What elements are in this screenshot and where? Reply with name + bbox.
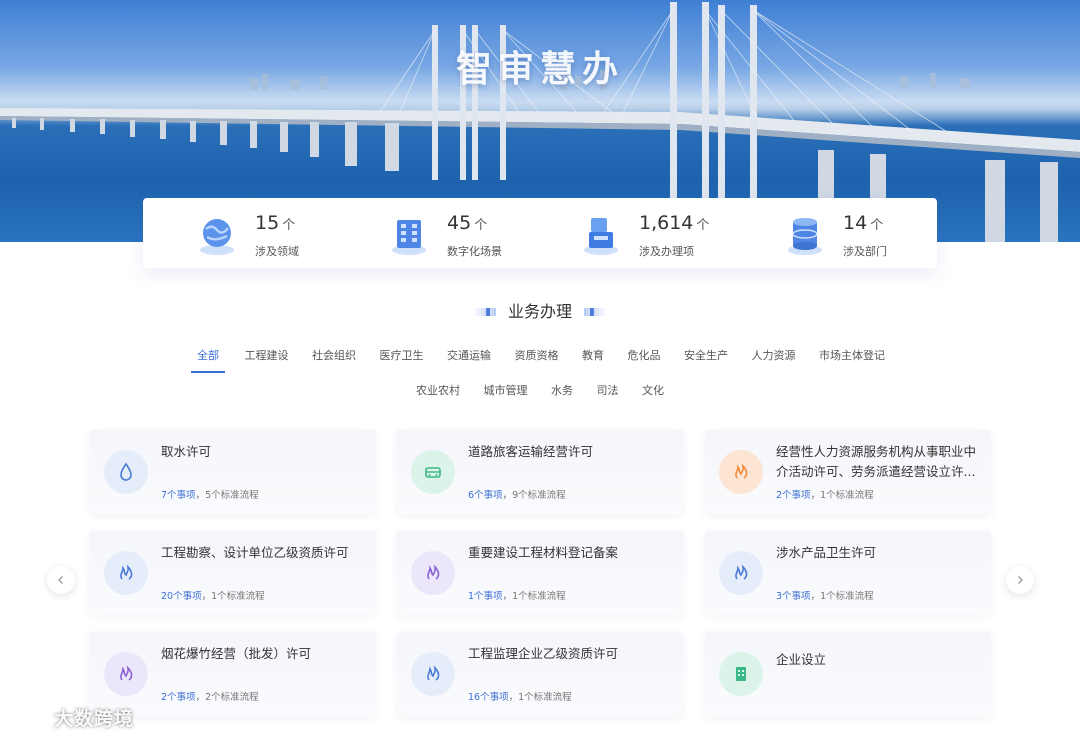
title-decoration-left bbox=[473, 307, 496, 316]
card-title: 企业设立 bbox=[776, 652, 827, 667]
stat-label: 涉及部门 bbox=[843, 245, 887, 258]
tab-culture[interactable]: 文化 bbox=[642, 382, 664, 406]
next-arrow-button[interactable] bbox=[1006, 566, 1034, 594]
service-card[interactable]: 工程勘察、设计单位乙级资质许可 20个事项，1个标准流程 bbox=[90, 531, 376, 615]
card-icon bbox=[719, 652, 763, 696]
card-title: 取水许可 bbox=[161, 444, 212, 459]
card-meta: 3个事项，1个标准流程 bbox=[776, 591, 874, 602]
car-icon bbox=[425, 467, 441, 478]
section-title-text: 业务办理 bbox=[507, 302, 572, 321]
stats-panel: 15 个 涉及领域 45 个 数字化场景 1,614 个 涉及办理项 14 个 … bbox=[143, 198, 937, 268]
category-tabs-row-1: 全部 工程建设 社会组织 医疗卫生 交通运输 资质资格 教育 危化品 安全生产 … bbox=[0, 347, 1080, 373]
stat-scenes: 45 个 数字化场景 bbox=[389, 210, 569, 258]
title-decoration-right bbox=[584, 307, 606, 316]
watermark: 大数跨境 bbox=[10, 704, 134, 730]
hero-title: 智审慧办 bbox=[455, 49, 624, 90]
chevron-right-icon bbox=[1018, 576, 1023, 584]
stat-label: 数字化场景 bbox=[447, 245, 502, 258]
watermark-text: 大数跨境 bbox=[54, 707, 135, 730]
card-title: 工程勘察、设计单位乙级资质许可 bbox=[161, 545, 349, 560]
card-meta: 7个事项，5个标准流程 bbox=[161, 490, 259, 501]
database-icon bbox=[788, 218, 822, 255]
tab-social-org[interactable]: 社会组织 bbox=[312, 347, 356, 371]
card-meta: 6个事项，9个标准流程 bbox=[468, 490, 566, 501]
card-icon bbox=[719, 551, 763, 595]
card-meta: 2个事项，2个标准流程 bbox=[161, 692, 259, 703]
flame-icon bbox=[120, 665, 133, 681]
flame-icon bbox=[735, 463, 748, 479]
service-card[interactable]: 取水许可 7个事项，5个标准流程 bbox=[90, 430, 376, 514]
stat-value: 45 个 bbox=[447, 212, 488, 234]
card-icon bbox=[411, 551, 455, 595]
tab-urban-management[interactable]: 城市管理 bbox=[484, 382, 528, 406]
flame-icon bbox=[735, 564, 748, 580]
service-card[interactable]: 经营性人力资源服务机构从事职业中介活动许可、劳务派遣经营设立许... 2个事项，… bbox=[705, 430, 991, 514]
flame-icon bbox=[427, 665, 440, 681]
service-card[interactable]: 涉水产品卫生许可 3个事项，1个标准流程 bbox=[705, 531, 991, 615]
card-meta: 16个事项，1个标准流程 bbox=[468, 692, 572, 703]
building-icon bbox=[736, 667, 746, 681]
section-title: 业务办理 bbox=[0, 298, 1080, 322]
tab-engineering[interactable]: 工程建设 bbox=[245, 347, 289, 371]
card-title: 工程监理企业乙级资质许可 bbox=[468, 646, 619, 661]
building-icon bbox=[392, 220, 426, 255]
card-meta: 2个事项，1个标准流程 bbox=[776, 490, 874, 501]
card-icon bbox=[104, 652, 148, 696]
tab-hazardous-chem[interactable]: 危化品 bbox=[628, 347, 661, 371]
card-title: 道路旅客运输经营许可 bbox=[468, 444, 594, 459]
watermark-logo-icon bbox=[11, 708, 47, 726]
tab-medical[interactable]: 医疗卫生 bbox=[380, 347, 424, 371]
water-drop-icon bbox=[120, 462, 132, 481]
kiosk-icon bbox=[584, 218, 618, 255]
stat-label: 涉及办理项 bbox=[639, 245, 694, 258]
flame-icon bbox=[120, 564, 133, 580]
card-meta: 20个事项，1个标准流程 bbox=[161, 591, 265, 602]
service-card[interactable]: 重要建设工程材料登记备案 1个事项，1个标准流程 bbox=[397, 531, 683, 615]
tab-market-registration[interactable]: 市场主体登记 bbox=[819, 347, 885, 371]
tab-qualification[interactable]: 资质资格 bbox=[515, 347, 559, 371]
service-card[interactable]: 工程监理企业乙级资质许可 16个事项，1个标准流程 bbox=[397, 632, 683, 716]
service-card[interactable]: 企业设立 bbox=[705, 632, 991, 716]
stat-label: 涉及领域 bbox=[255, 245, 299, 258]
chevron-left-icon bbox=[58, 576, 63, 584]
globe-icon bbox=[200, 219, 234, 255]
card-icon bbox=[411, 652, 455, 696]
category-tabs-row-2: 农业农村 城市管理 水务 司法 文化 bbox=[0, 382, 1080, 406]
card-icon bbox=[719, 450, 763, 494]
service-card[interactable]: 道路旅客运输经营许可 6个事项，9个标准流程 bbox=[397, 430, 683, 514]
tab-water[interactable]: 水务 bbox=[551, 382, 573, 406]
prev-arrow-button[interactable] bbox=[47, 566, 75, 594]
stat-value: 1,614 个 bbox=[639, 212, 710, 234]
stat-value: 14 个 bbox=[843, 212, 884, 234]
card-icon bbox=[104, 450, 148, 494]
tab-all[interactable]: 全部 bbox=[191, 347, 225, 373]
stat-departments: 14 个 涉及部门 bbox=[785, 210, 965, 258]
card-title: 经营性人力资源服务机构从事职业中介活动许可、劳务派遣经营设立许... bbox=[776, 444, 977, 479]
stat-value: 15 个 bbox=[255, 212, 296, 234]
stat-items: 1,614 个 涉及办理项 bbox=[581, 210, 761, 258]
card-title: 涉水产品卫生许可 bbox=[776, 545, 877, 560]
card-title: 重要建设工程材料登记备案 bbox=[468, 545, 619, 560]
card-meta: 1个事项，1个标准流程 bbox=[468, 591, 566, 602]
tab-agriculture[interactable]: 农业农村 bbox=[416, 382, 460, 406]
tab-education[interactable]: 教育 bbox=[582, 347, 604, 371]
tab-safety[interactable]: 安全生产 bbox=[684, 347, 728, 371]
tab-hr[interactable]: 人力资源 bbox=[752, 347, 796, 371]
card-icon bbox=[411, 450, 455, 494]
card-icon bbox=[104, 551, 148, 595]
card-title: 烟花爆竹经营（批发）许可 bbox=[161, 646, 312, 661]
stat-domains: 15 个 涉及领域 bbox=[197, 210, 377, 258]
tab-justice[interactable]: 司法 bbox=[597, 382, 619, 406]
flame-icon bbox=[427, 564, 440, 580]
tab-transport[interactable]: 交通运输 bbox=[447, 347, 491, 371]
